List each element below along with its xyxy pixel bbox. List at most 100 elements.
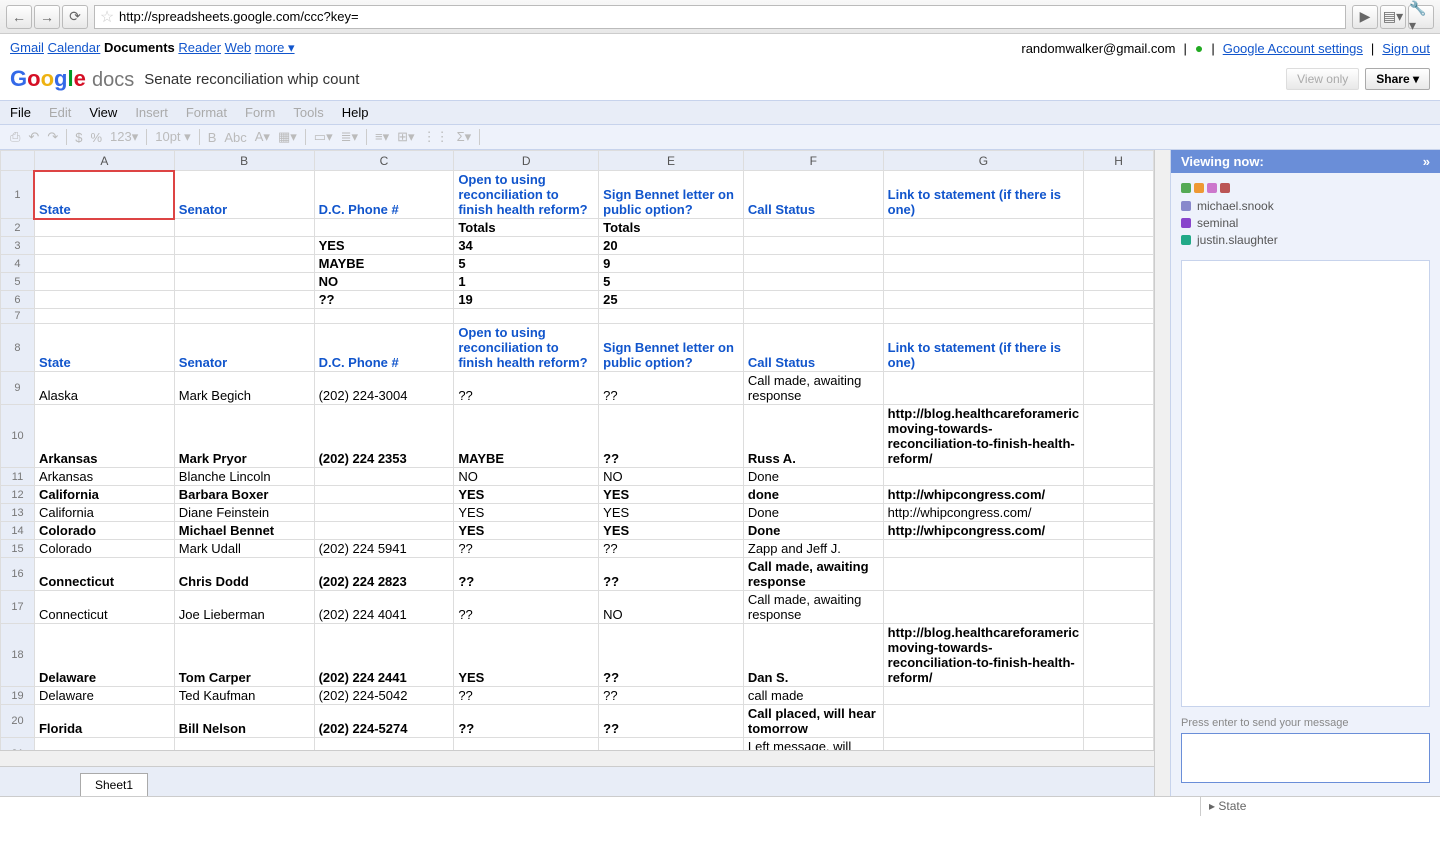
cell[interactable] [314, 504, 454, 522]
cell[interactable] [34, 291, 174, 309]
row-header[interactable]: 2 [1, 219, 35, 237]
cell[interactable]: 9 [599, 255, 744, 273]
cell[interactable]: Totals [454, 219, 599, 237]
vertical-scrollbar[interactable] [1154, 150, 1170, 796]
column-header[interactable]: H [1084, 151, 1154, 171]
nav-link[interactable]: Documents [104, 40, 175, 55]
cell[interactable] [1084, 705, 1154, 738]
row-header[interactable]: 16 [1, 558, 35, 591]
cell[interactable]: Call made, awaiting response [743, 558, 883, 591]
cell[interactable]: Call Status [743, 324, 883, 372]
row-header[interactable]: 8 [1, 324, 35, 372]
cell[interactable] [743, 219, 883, 237]
cell[interactable]: Link to statement (if there is one) [883, 324, 1083, 372]
cell[interactable] [454, 309, 599, 324]
cell[interactable]: NO [454, 468, 599, 486]
cell[interactable]: Totals [599, 219, 744, 237]
cell[interactable] [1084, 540, 1154, 558]
cell[interactable]: Done [743, 468, 883, 486]
cell[interactable] [743, 255, 883, 273]
cell[interactable]: Blanche Lincoln [174, 468, 314, 486]
cell[interactable]: Barbara Boxer [174, 486, 314, 504]
cell[interactable]: ?? [454, 705, 599, 738]
cell[interactable]: http://whipcongress.com/ [883, 504, 1083, 522]
cell[interactable]: 1 [454, 273, 599, 291]
cell[interactable]: Done [743, 504, 883, 522]
cell[interactable]: State [34, 324, 174, 372]
cell[interactable] [883, 558, 1083, 591]
cell[interactable]: Florida [34, 705, 174, 738]
cell[interactable]: call made [743, 687, 883, 705]
cell[interactable]: Mark Begich [174, 372, 314, 405]
cell[interactable] [1084, 504, 1154, 522]
signout-link[interactable]: Sign out [1382, 41, 1430, 56]
reload-button[interactable]: ⟳ [62, 5, 88, 29]
nav-link[interactable]: more ▾ [255, 40, 295, 55]
cell[interactable]: YES [454, 522, 599, 540]
row-header[interactable]: 18 [1, 624, 35, 687]
row-header[interactable]: 14 [1, 522, 35, 540]
viewer-item[interactable]: michael.snook [1181, 199, 1430, 213]
cell[interactable]: Colorado [34, 540, 174, 558]
cell[interactable]: ?? [599, 738, 744, 751]
cell[interactable]: NO [599, 468, 744, 486]
go-button[interactable]: ▶ [1352, 5, 1378, 29]
cell[interactable]: YES [599, 522, 744, 540]
cell[interactable]: Connecticut [34, 591, 174, 624]
cell[interactable]: ?? [454, 738, 599, 751]
cell[interactable]: D.C. Phone # [314, 324, 454, 372]
cell[interactable]: ?? [599, 687, 744, 705]
url-bar[interactable]: ☆ http://spreadsheets.google.com/ccc?key… [94, 5, 1346, 29]
cell[interactable]: 5 [454, 255, 599, 273]
row-header[interactable]: 3 [1, 237, 35, 255]
row-header[interactable]: 21 [1, 738, 35, 751]
cell[interactable]: ?? [454, 591, 599, 624]
cell[interactable] [883, 738, 1083, 751]
cell[interactable]: ?? [599, 705, 744, 738]
cell[interactable]: MAYBE [454, 405, 599, 468]
cell[interactable] [34, 237, 174, 255]
cell[interactable] [883, 468, 1083, 486]
cell[interactable]: Senator [174, 324, 314, 372]
column-header[interactable]: F [743, 151, 883, 171]
column-header[interactable]: B [174, 151, 314, 171]
cell[interactable] [1084, 522, 1154, 540]
cell[interactable] [883, 291, 1083, 309]
cell[interactable]: (202) 224-6361 [314, 738, 454, 751]
cell[interactable]: Mark Udall [174, 540, 314, 558]
google-docs-logo[interactable]: Google docs [10, 66, 134, 92]
account-settings-link[interactable]: Google Account settings [1223, 41, 1363, 56]
cell[interactable]: (202) 224 4041 [314, 591, 454, 624]
cell[interactable] [1084, 624, 1154, 687]
row-header[interactable]: 6 [1, 291, 35, 309]
cell[interactable]: Chris Dodd [174, 558, 314, 591]
cell[interactable]: Connecticut [34, 558, 174, 591]
cell[interactable] [314, 309, 454, 324]
cell[interactable]: State [34, 171, 174, 219]
cell[interactable]: 25 [599, 291, 744, 309]
cell[interactable] [34, 273, 174, 291]
viewer-item[interactable]: seminal [1181, 216, 1430, 230]
cell[interactable]: Call made, awaiting response [743, 372, 883, 405]
cell[interactable] [34, 309, 174, 324]
cell[interactable]: (202) 224 5941 [314, 540, 454, 558]
cell[interactable]: Open to using reconciliation to finish h… [454, 171, 599, 219]
cell[interactable] [883, 219, 1083, 237]
cell[interactable]: Mark Pryor [174, 405, 314, 468]
cell[interactable]: Done [743, 522, 883, 540]
row-header[interactable]: 4 [1, 255, 35, 273]
select-all-cell[interactable] [1, 151, 35, 171]
cell[interactable] [1084, 486, 1154, 504]
cell[interactable]: Sign Bennet letter on public option? [599, 171, 744, 219]
cell[interactable]: (202) 224-5274 [314, 705, 454, 738]
cell[interactable]: Ted Kaufman [174, 687, 314, 705]
cell[interactable]: Tom Carper [174, 624, 314, 687]
cell[interactable]: Open to using reconciliation to finish h… [454, 324, 599, 372]
cell[interactable]: Colorado [34, 522, 174, 540]
cell[interactable]: MAYBE [314, 255, 454, 273]
back-button[interactable]: ← [6, 5, 32, 29]
cell[interactable] [1084, 468, 1154, 486]
cell[interactable]: Diane Feinstein [174, 504, 314, 522]
cell[interactable]: California [34, 486, 174, 504]
cell[interactable]: Delaware [34, 687, 174, 705]
